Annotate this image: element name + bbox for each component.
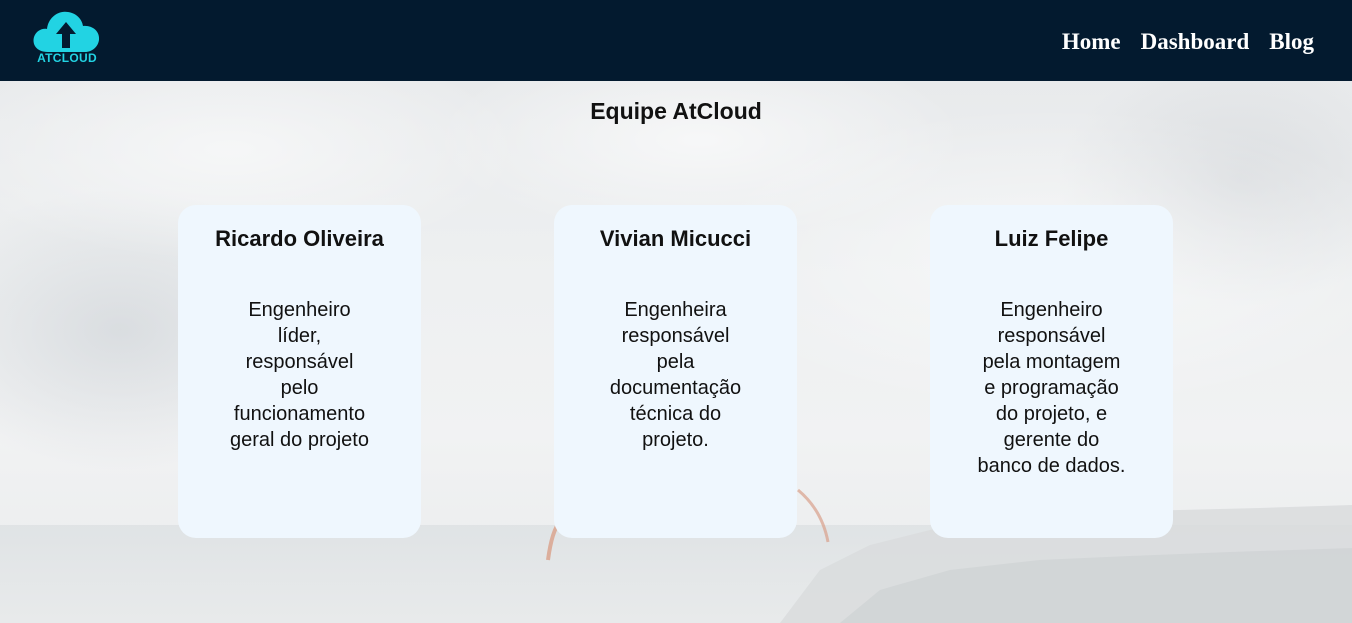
main-nav: Home Dashboard Blog <box>1062 29 1314 55</box>
team-card: Luiz Felipe Engenheiro responsável pela … <box>930 205 1173 538</box>
page-title: Equipe AtCloud <box>590 98 762 124</box>
team-member-description: Engenheiro líder, responsável pelo funci… <box>230 299 369 451</box>
nav-blog-link[interactable]: Blog <box>1269 29 1314 55</box>
top-navbar: ATCLOUD Home Dashboard Blog <box>0 0 1352 81</box>
team-member-description: Engenheira responsável pela documentação… <box>609 299 742 451</box>
team-member-name: Vivian Micucci <box>599 226 752 251</box>
nav-dashboard-link[interactable]: Dashboard <box>1141 29 1250 55</box>
team-member-description: Engenheiro responsável pela montagem e p… <box>977 299 1126 477</box>
team-member-name: Ricardo Oliveira <box>215 226 384 251</box>
team-member-name: Luiz Felipe <box>994 226 1109 251</box>
team-card: Vivian Micucci Engenheira responsável pe… <box>554 205 797 538</box>
logo-text[interactable]: ATCLOUD <box>33 51 101 65</box>
nav-home-link[interactable]: Home <box>1062 29 1121 55</box>
team-card: Ricardo Oliveira Engenheiro líder, respo… <box>178 205 421 538</box>
